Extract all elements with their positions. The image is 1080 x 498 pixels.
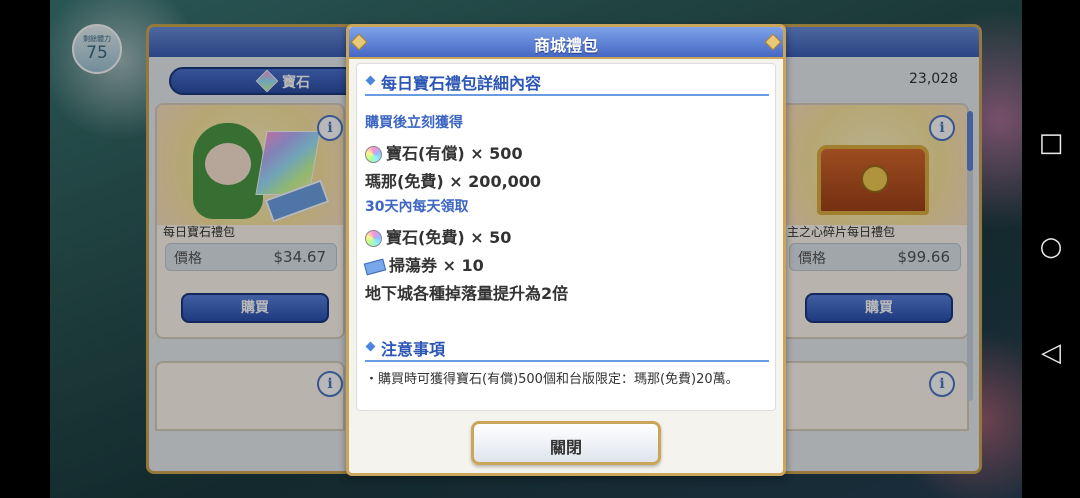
diamond-bullet-icon [365,75,376,86]
subheading-immediate: 購買後立刻獲得 [365,115,463,131]
reward-line: 寶石(免費) × 50 [365,224,511,248]
section-title: 注意事項 [381,340,446,359]
gem-icon [365,230,382,247]
gem-icon [365,146,382,163]
reward-text: 寶石(免費) × 50 [386,228,512,247]
circle-icon[interactable]: ○ [1022,232,1080,262]
reward-text: 寶石(有償) × 500 [386,144,523,163]
sweep-ticket-icon [363,258,387,275]
reward-line: 瑪那(免費) × 200,000 [365,168,541,192]
close-button-label: 關閉 [549,438,582,457]
section-title: 每日寶石禮包詳細內容 [381,74,542,93]
gift-pack-modal: 商城禮包 每日寶石禮包詳細內容 購買後立刻獲得 寶石(有償) × 500 瑪那(… [346,24,786,476]
reward-line: 寶石(有償) × 500 [365,140,523,164]
diamond-bullet-icon [365,341,376,352]
reward-text: 掃蕩券 × 10 [389,256,484,275]
modal-title: 商城禮包 [533,36,598,55]
detail-content[interactable]: 每日寶石禮包詳細內容 購買後立刻獲得 寶石(有償) × 500 瑪那(免費) ×… [356,63,776,411]
reward-text: 瑪那(免費) × 200,000 [365,172,542,191]
section-header-notes: 注意事項 [365,334,769,362]
section-header-details: 每日寶石禮包詳細內容 [365,68,769,96]
bonus-line: 地下城各種掉落量提升為2倍 [365,284,569,303]
modal-header: 商城禮包 [349,27,783,59]
back-triangle-icon[interactable]: ◁ [1022,338,1080,368]
reward-line: 掃蕩券 × 10 [363,252,484,276]
note-text: ・購買時可獲得寶石(有償)500個和台版限定：瑪那(免費)20萬。 [365,372,739,387]
square-icon[interactable]: □ [1022,128,1080,158]
subheading-daily: 30天內每天領取 [365,199,469,215]
close-button[interactable]: 關閉 [471,421,661,465]
